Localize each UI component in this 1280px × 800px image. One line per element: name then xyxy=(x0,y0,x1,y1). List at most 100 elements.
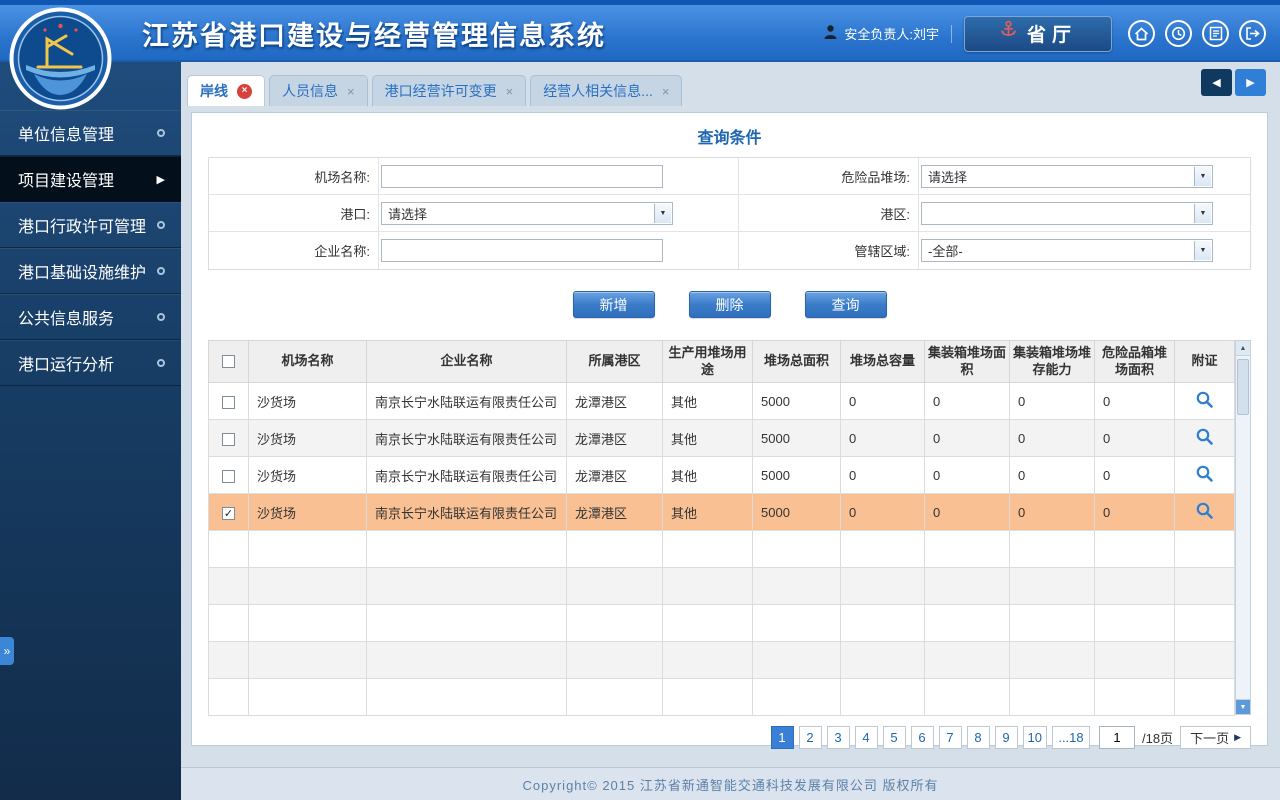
sidebar-item-5[interactable]: 港口运行分析 xyxy=(0,340,181,386)
scroll-up-icon[interactable]: ▲ xyxy=(1236,341,1250,356)
page-button-1[interactable]: 1 xyxy=(770,726,794,749)
query-title: 查询条件 xyxy=(697,130,762,147)
empty-cell xyxy=(566,604,663,642)
column-header-6: 集装箱堆场面积 xyxy=(924,340,1010,383)
logout-icon[interactable] xyxy=(1239,20,1266,47)
cell-5: 0 xyxy=(840,493,925,531)
magnifier-icon[interactable] xyxy=(1195,427,1214,446)
empty-cell xyxy=(1009,604,1095,642)
page-button-8[interactable]: 8 xyxy=(966,726,990,749)
user-label: 安全负责人:刘宇 xyxy=(844,27,939,42)
vertical-scrollbar[interactable]: ▲ ▼ xyxy=(1235,340,1251,715)
port-area-cell: ▼ xyxy=(919,195,1250,232)
tab-label: 岸线 xyxy=(200,83,228,99)
home-icon[interactable] xyxy=(1128,20,1155,47)
column-header-4: 堆场总面积 xyxy=(752,340,841,383)
page-button-2[interactable]: 2 xyxy=(798,726,822,749)
sidebar-item-label: 公共信息服务 xyxy=(18,311,115,328)
page-button-5[interactable]: 5 xyxy=(882,726,906,749)
empty-cell xyxy=(840,567,925,605)
cell-8: 0 xyxy=(1094,419,1175,457)
nav-forward-button[interactable]: ▶ xyxy=(1235,69,1266,96)
empty-cell xyxy=(752,641,841,679)
add-button[interactable]: 新增 xyxy=(572,291,655,318)
empty-cell xyxy=(208,678,249,716)
scroll-down-icon[interactable]: ▼ xyxy=(1236,699,1250,714)
page-buttons: 1 2 3 4 5 6 7 8 9 10 ...18 xyxy=(770,726,1090,749)
page-button-7[interactable]: 7 xyxy=(938,726,962,749)
empty-cell xyxy=(1094,530,1175,568)
empty-cell xyxy=(924,641,1010,679)
dangerous-yard-select[interactable]: 请选择 ▼ xyxy=(921,164,1213,188)
row-checkbox-cell: ✓ xyxy=(208,493,249,531)
empty-cell xyxy=(566,530,663,568)
next-page-button[interactable]: 下一页 ▶ xyxy=(1180,726,1251,749)
scroll-thumb[interactable] xyxy=(1237,359,1249,415)
anchor-icon xyxy=(999,20,1018,47)
tab-close-icon[interactable]: × xyxy=(506,85,514,98)
sidebar-menu: 单位信息管理 项目建设管理 ▶ 港口行政许可管理港口基础设施维护 公共信息服务港口运行分… xyxy=(0,110,181,386)
magnifier-icon[interactable] xyxy=(1195,464,1214,483)
company-name-input[interactable] xyxy=(381,239,663,262)
port-select[interactable]: 请选择 ▼ xyxy=(381,201,673,225)
delete-button[interactable]: 删除 xyxy=(688,291,771,318)
row-checkbox[interactable] xyxy=(222,395,235,409)
page-button-6[interactable]: 6 xyxy=(910,726,934,749)
page-button-10[interactable]: 10 xyxy=(1022,726,1047,749)
sidebar-item-2[interactable]: 港口行政许可管理 xyxy=(0,202,181,248)
jurisdiction-cell: -全部- ▼ xyxy=(919,232,1250,269)
tab-list: 岸线 × 人员信息 × 港口经营许可变更 × 经营人相关信息... × xyxy=(187,75,683,106)
table-row-3[interactable]: ✓ 沙货场 南京长宁水陆联运有限责任公司 龙潭港区 其他 5000 0 0 0 0 xyxy=(208,493,1235,531)
select-all-checkbox[interactable] xyxy=(222,355,235,369)
tab-0[interactable]: 岸线 × xyxy=(187,75,265,106)
tab-close-icon[interactable]: × xyxy=(347,85,355,98)
row-checkbox[interactable] xyxy=(222,432,235,446)
page-button-9[interactable]: 9 xyxy=(994,726,1018,749)
sidebar-item-4[interactable]: 公共信息服务 xyxy=(0,294,181,340)
tab-close-icon[interactable]: × xyxy=(237,83,252,99)
row-checkbox[interactable] xyxy=(222,469,235,483)
sidebar-item-label: 港口基础设施维护 xyxy=(18,265,147,282)
sidebar-item-1[interactable]: 项目建设管理 ▶ xyxy=(0,156,181,202)
sidebar-item-3[interactable]: 港口基础设施维护 xyxy=(0,248,181,294)
search-button[interactable]: 查询 xyxy=(804,291,887,318)
circle-indicator-icon xyxy=(157,313,165,321)
page-input[interactable] xyxy=(1098,726,1135,749)
table-row-empty xyxy=(208,678,1235,716)
column-header-2: 所属港区 xyxy=(566,340,663,383)
cell-6: 0 xyxy=(924,456,1010,494)
nav-back-button[interactable]: ◀ xyxy=(1201,69,1232,96)
sidebar-collapse-handle[interactable]: » xyxy=(0,637,14,665)
magnifier-icon[interactable] xyxy=(1195,501,1214,520)
page-button-4[interactable]: 4 xyxy=(854,726,878,749)
empty-cell xyxy=(366,641,567,679)
tab-3[interactable]: 经营人相关信息... × xyxy=(530,75,683,106)
notes-icon[interactable] xyxy=(1202,20,1229,47)
page-button-3[interactable]: 3 xyxy=(826,726,850,749)
jurisdiction-select[interactable]: -全部- ▼ xyxy=(921,239,1213,262)
sidebar-item-0[interactable]: 单位信息管理 xyxy=(0,110,181,156)
row-checkbox[interactable]: ✓ xyxy=(222,506,235,520)
org-button[interactable]: 省厅 xyxy=(964,15,1112,52)
table-row-1[interactable]: 沙货场 南京长宁水陆联运有限责任公司 龙潭港区 其他 5000 0 0 0 0 xyxy=(208,419,1235,457)
tab-1[interactable]: 人员信息 × xyxy=(269,75,368,106)
empty-cell xyxy=(662,530,753,568)
table-row-2[interactable]: 沙货场 南京长宁水陆联运有限责任公司 龙潭港区 其他 5000 0 0 0 0 xyxy=(208,456,1235,494)
cell-7: 0 xyxy=(1009,419,1095,457)
column-header-7: 集装箱堆场堆存能力 xyxy=(1009,340,1095,383)
action-bar: 新增 删除 查询 xyxy=(208,270,1251,340)
magnifier-icon[interactable] xyxy=(1195,390,1214,409)
empty-cell xyxy=(1174,641,1235,679)
empty-cell xyxy=(840,530,925,568)
page-total-label: /18页 xyxy=(1141,731,1174,746)
cell-1: 南京长宁水陆联运有限责任公司 xyxy=(366,493,567,531)
empty-cell xyxy=(1174,530,1235,568)
table-row-0[interactable]: 沙货场 南京长宁水陆联运有限责任公司 龙潭港区 其他 5000 0 0 0 0 xyxy=(208,382,1235,420)
airport-name-input[interactable] xyxy=(381,164,663,188)
port-area-select[interactable]: ▼ xyxy=(921,201,1213,225)
tab-2[interactable]: 港口经营许可变更 × xyxy=(371,75,527,106)
port-area-label: 港区: xyxy=(739,195,919,232)
history-clock-icon[interactable] xyxy=(1165,20,1192,47)
page-ellipsis-button[interactable]: ...18 xyxy=(1051,726,1090,749)
tab-close-icon[interactable]: × xyxy=(662,85,670,98)
